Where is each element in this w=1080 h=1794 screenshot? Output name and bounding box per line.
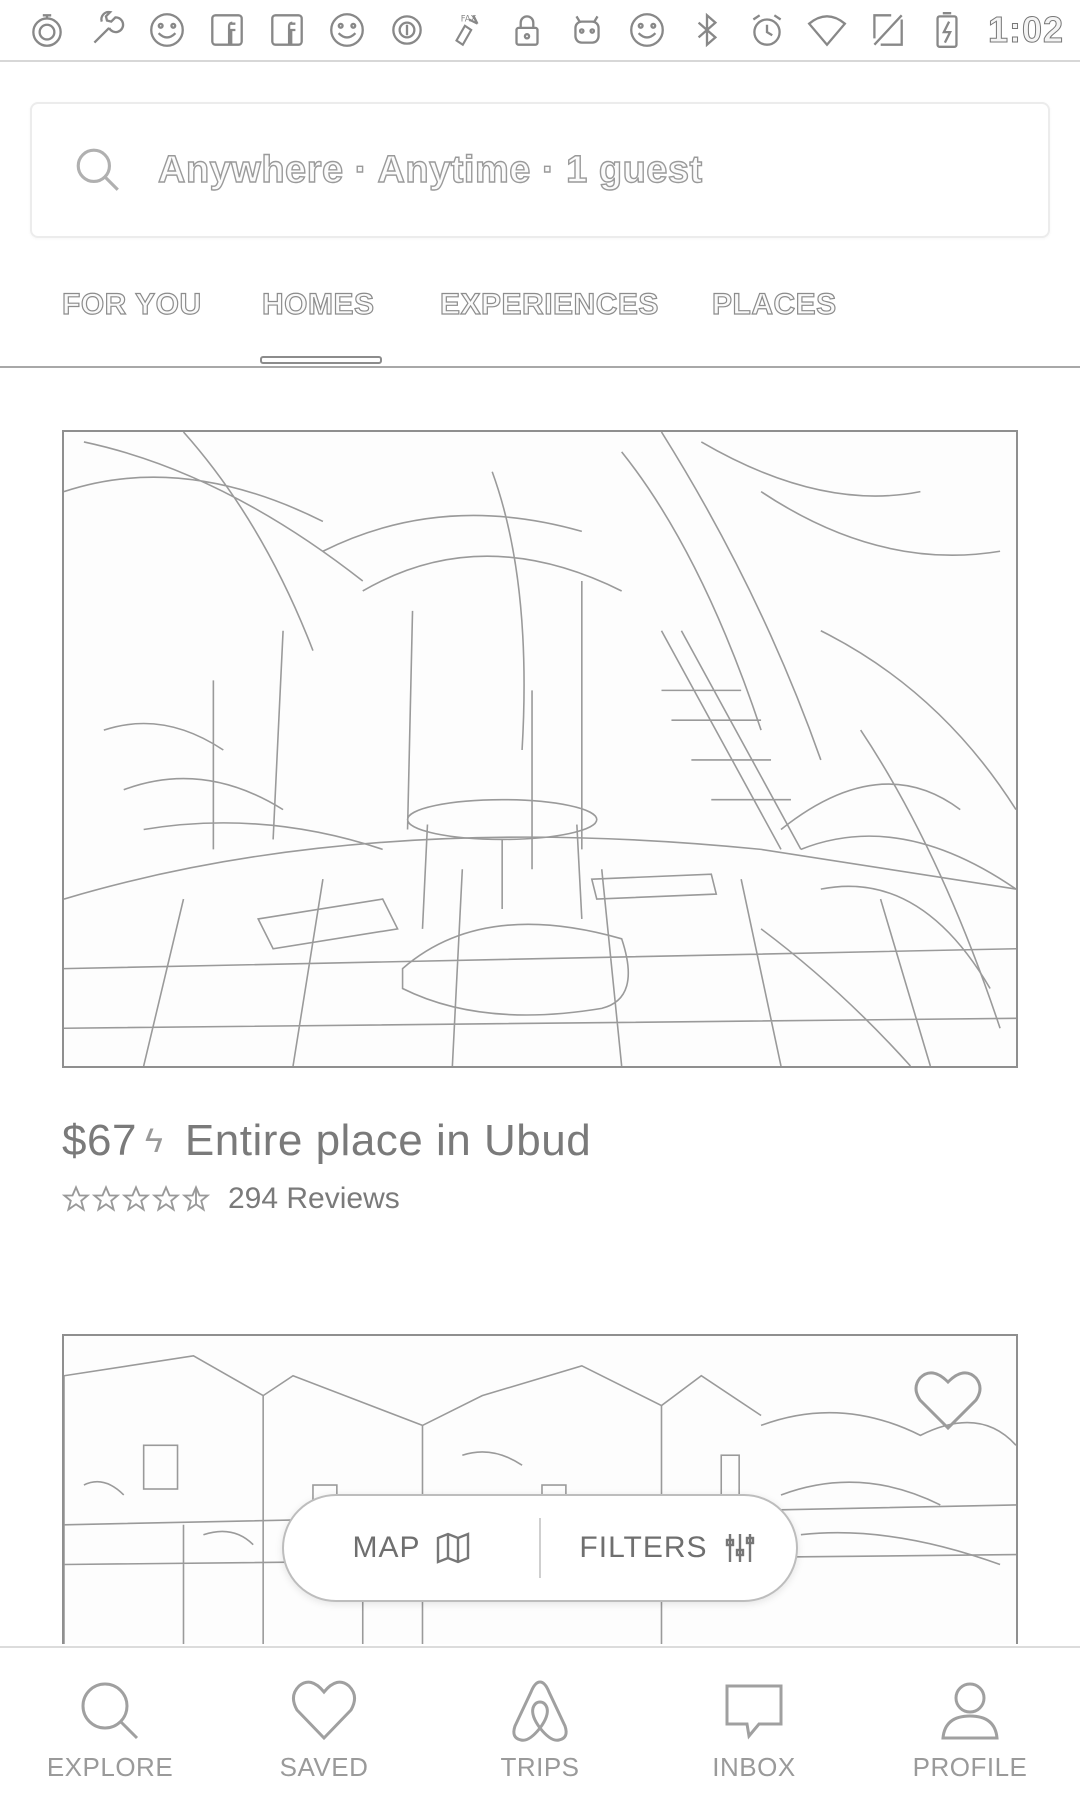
nav-inbox[interactable]: INBOX — [654, 1648, 854, 1794]
map-icon — [436, 1532, 469, 1564]
category-tabs: FOR YOU HOMES EXPERIENCES PLACES — [0, 270, 1080, 368]
filters-icon — [725, 1534, 754, 1562]
nav-label-saved: SAVED — [279, 1752, 369, 1782]
nav-label-profile: PROFILE — [912, 1752, 1028, 1782]
heart-icon — [292, 1680, 356, 1741]
listing-title: Entire place in Ubud — [184, 1116, 592, 1165]
chat-bubble-icon — [725, 1684, 783, 1740]
bottom-navigation: EXPLORE SAVED TRIPS INBOX PROFILE — [0, 1646, 1080, 1794]
nav-label-explore: EXPLORE — [46, 1752, 174, 1782]
smiley-icon — [624, 7, 670, 53]
nav-saved[interactable]: SAVED — [224, 1648, 424, 1794]
status-time: 1:02 — [987, 9, 1064, 51]
status-icons: FAX — [24, 7, 988, 53]
wrench-icon — [84, 7, 130, 53]
app-screen: FAX 1:02 Anywhere · Anytime · 1 guest FO… — [0, 0, 1080, 1794]
fax-icon: FAX — [444, 7, 490, 53]
listing-rating: 294 Reviews — [62, 1182, 400, 1216]
tab-homes[interactable]: HOMES — [261, 287, 374, 322]
wifi-icon — [804, 7, 850, 53]
half-star-icon — [182, 1185, 210, 1212]
map-filters-pill: MAP FILTERS — [282, 1494, 798, 1602]
lock-icon — [504, 7, 550, 53]
smiley-icon — [324, 7, 370, 53]
person-icon — [941, 1682, 999, 1740]
map-button[interactable]: MAP — [284, 1496, 539, 1600]
tab-experiences[interactable]: EXPERIENCES — [439, 287, 659, 322]
listing-price: $67 — [62, 1116, 137, 1165]
filters-label: FILTERS — [579, 1531, 708, 1564]
star-icon — [92, 1185, 120, 1212]
star-icon — [152, 1185, 180, 1212]
facebook-icon — [264, 7, 310, 53]
android-icon — [564, 7, 610, 53]
filters-button[interactable]: FILTERS — [541, 1496, 796, 1600]
listing-title-row[interactable]: $67 ϟ Entire place in Ubud — [62, 1116, 591, 1166]
tab-places[interactable]: PLACES — [711, 287, 836, 322]
map-label: MAP — [352, 1531, 421, 1564]
stopwatch-icon — [24, 7, 70, 53]
star-icon — [122, 1185, 150, 1212]
instant-book-icon: ϟ — [144, 1121, 163, 1160]
tab-for-you[interactable]: FOR YOU — [61, 287, 201, 322]
alarm-icon — [744, 7, 790, 53]
nav-label-inbox: INBOX — [712, 1752, 796, 1782]
status-bar: FAX 1:02 — [0, 0, 1080, 62]
review-count: 294 Reviews — [228, 1182, 400, 1215]
nav-explore[interactable]: EXPLORE — [10, 1648, 210, 1794]
facebook-icon — [204, 7, 250, 53]
battery-charging-icon — [924, 7, 970, 53]
smiley-icon — [144, 7, 190, 53]
airbnb-logo-icon — [512, 1680, 568, 1742]
search-icon — [81, 1682, 139, 1740]
star-icon — [62, 1185, 90, 1212]
save-listing-heart-icon[interactable] — [912, 1368, 984, 1434]
no-sim-icon — [864, 7, 910, 53]
search-input[interactable]: Anywhere · Anytime · 1 guest — [157, 148, 703, 192]
star-rating — [62, 1185, 210, 1213]
bluetooth-icon — [684, 7, 730, 53]
nav-label-trips: TRIPS — [500, 1752, 580, 1782]
active-tab-indicator — [260, 356, 382, 364]
nav-profile[interactable]: PROFILE — [870, 1648, 1070, 1794]
circle-icon — [384, 7, 430, 53]
search-icon — [76, 148, 119, 191]
search-bar[interactable]: Anywhere · Anytime · 1 guest — [30, 102, 1050, 238]
svg-text:FAX: FAX — [461, 14, 477, 24]
nav-trips[interactable]: TRIPS — [440, 1648, 640, 1794]
listing-photo[interactable] — [62, 430, 1018, 1068]
